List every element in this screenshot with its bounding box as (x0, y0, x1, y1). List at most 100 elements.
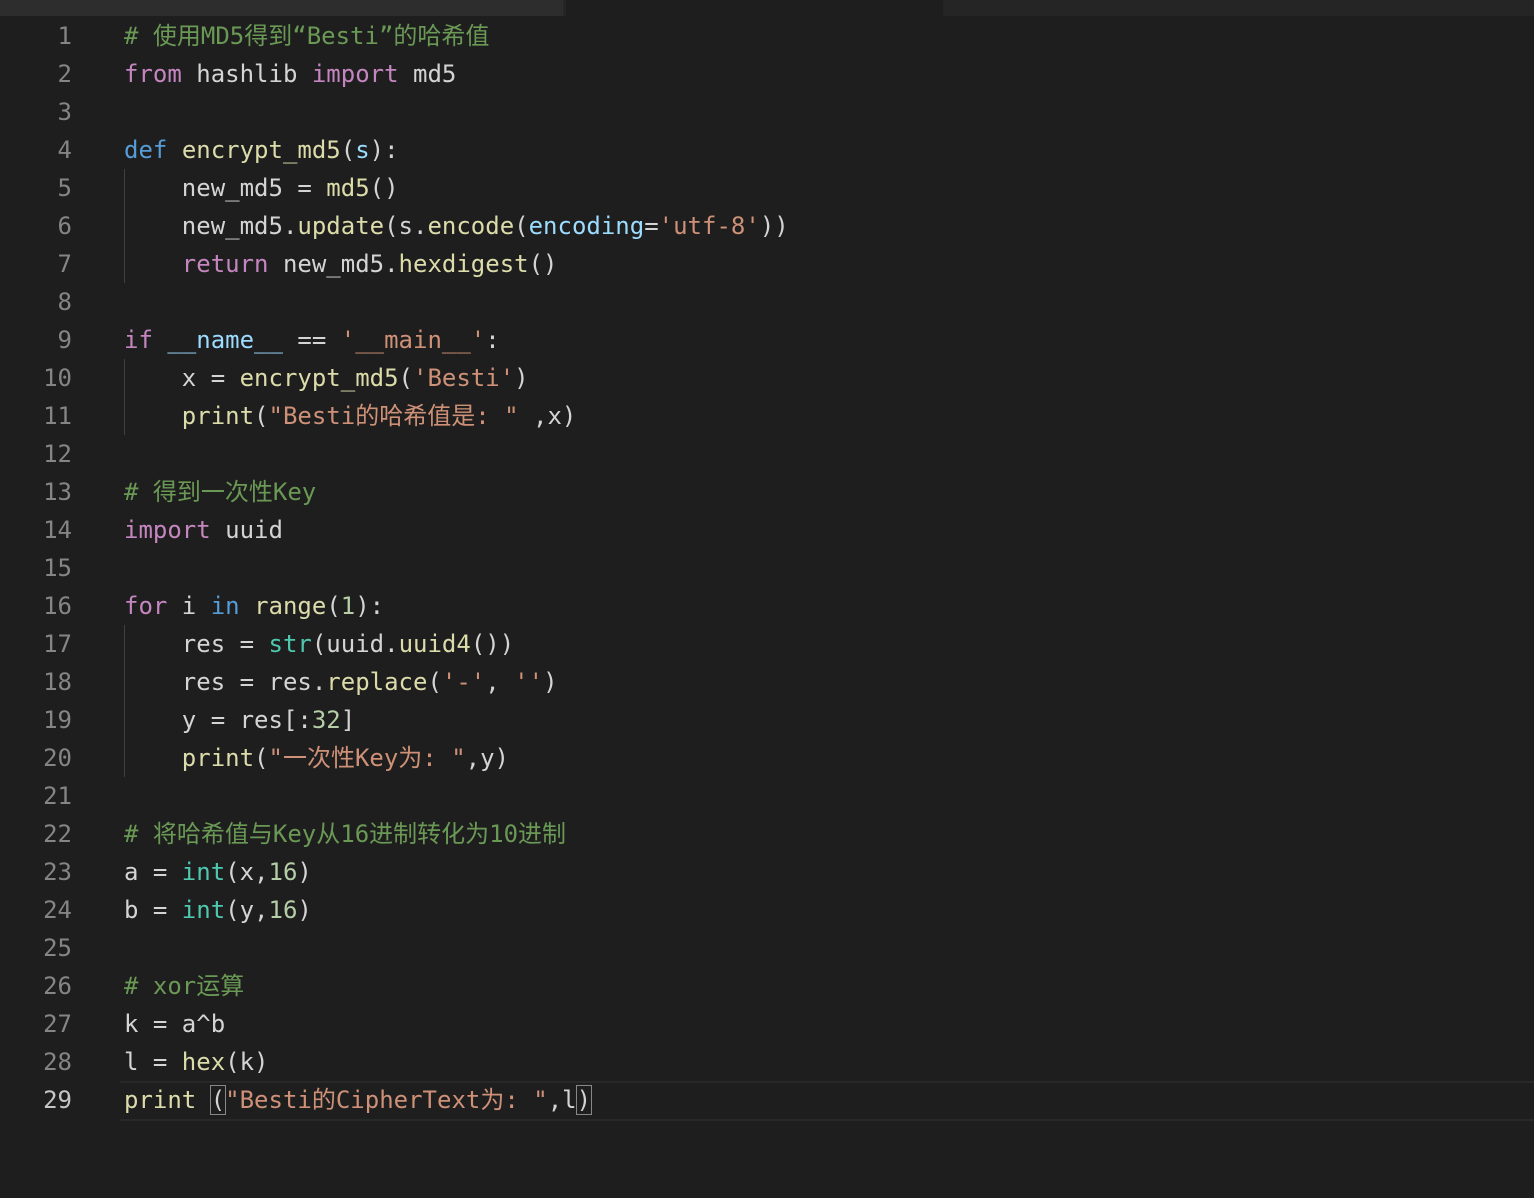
code-line[interactable]: 19 y = res[:32] (0, 701, 1534, 739)
code-token: encrypt_md5 (239, 364, 399, 392)
code-text[interactable]: # 得到一次性Key (124, 473, 316, 511)
code-line[interactable]: 18 res = res.replace('-', '') (0, 663, 1534, 701)
code-line[interactable]: 2 from hashlib import md5 (0, 55, 1534, 93)
line-number: 12 (43, 440, 72, 468)
code-token: res = (124, 630, 269, 658)
code-line[interactable]: 13 # 得到一次性Key (0, 473, 1534, 511)
code-line[interactable]: 17 res = str(uuid.uuid4()) (0, 625, 1534, 663)
code-token: : (485, 326, 500, 354)
code-text[interactable]: new_md5 = md5() (124, 169, 399, 207)
code-text[interactable]: x = encrypt_md5('Besti') (124, 359, 529, 397)
code-line[interactable]: 11 print("Besti的哈希值是: " ,x) (0, 397, 1534, 435)
code-text[interactable]: b = int(y,16) (124, 891, 312, 929)
code-token: s (355, 136, 370, 164)
line-number: 6 (57, 212, 72, 240)
code-token: uuid (210, 516, 283, 544)
code-line[interactable]: 22 # 将哈希值与Key从16进制转化为10进制 (0, 815, 1534, 853)
code-token: ) (297, 858, 312, 886)
code-token: k = a^b (124, 1010, 226, 1038)
code-token: 16 (268, 896, 298, 924)
code-token: "Besti的哈希值是: " (268, 402, 519, 430)
code-text[interactable]: print("Besti的哈希值是: " ,x) (124, 397, 577, 435)
code-token: # xor运算 (124, 972, 245, 1000)
line-number: 8 (57, 288, 72, 316)
code-token: "一次性Key为: " (268, 744, 466, 772)
code-text[interactable]: a = int(x,16) (124, 853, 312, 891)
code-token: if (124, 326, 153, 354)
code-line[interactable]: 10 x = encrypt_md5('Besti') (0, 359, 1534, 397)
code-token: ,l (547, 1086, 577, 1114)
code-line[interactable]: 8 (0, 283, 1534, 321)
code-token: ( (514, 212, 529, 240)
code-line[interactable]: 24 b = int(y,16) (0, 891, 1534, 929)
code-text[interactable]: for i in range(1): (124, 587, 384, 625)
code-line[interactable]: 15 (0, 549, 1534, 587)
code-text[interactable]: res = str(uuid.uuid4()) (124, 625, 514, 663)
code-text[interactable]: if __name__ == '__main__': (124, 321, 500, 359)
code-token: print (124, 1086, 197, 1114)
code-text[interactable]: from hashlib import md5 (124, 55, 456, 93)
line-number: 1 (57, 22, 72, 50)
code-token: = (644, 212, 659, 240)
code-token: ( (326, 592, 341, 620)
code-token: )) (759, 212, 789, 240)
code-line[interactable]: 1 # 使用MD5得到“Besti”的哈希值 (0, 17, 1534, 55)
matching-bracket: ) (575, 1085, 593, 1115)
code-token: def (124, 136, 168, 164)
code-token: import (124, 516, 211, 544)
code-line[interactable]: 14 import uuid (0, 511, 1534, 549)
line-number: 16 (43, 592, 72, 620)
code-text[interactable]: return new_md5.hexdigest() (124, 245, 558, 283)
code-text[interactable]: # 将哈希值与Key从16进制转化为10进制 (124, 815, 566, 853)
code-text[interactable]: l = hex(k) (124, 1043, 269, 1081)
code-line[interactable]: 16 for i in range(1): (0, 587, 1534, 625)
code-line[interactable]: 25 (0, 929, 1534, 967)
line-number: 3 (57, 98, 72, 126)
code-token: new_md5. (268, 250, 399, 278)
code-text[interactable]: import uuid (124, 511, 283, 549)
code-token: () (528, 250, 558, 278)
code-editor[interactable]: 1 # 使用MD5得到“Besti”的哈希值 2 from hashlib impor… (0, 17, 1534, 1198)
code-token: == (282, 326, 341, 354)
editor-tab[interactable] (946, 0, 1534, 16)
code-line[interactable]: 6 new_md5.update(s.encode(encoding='utf-… (0, 207, 1534, 245)
code-line[interactable]: 4 def encrypt_md5(s): (0, 131, 1534, 169)
code-line[interactable]: 28 l = hex(k) (0, 1043, 1534, 1081)
editor-tab[interactable] (0, 0, 563, 16)
code-line[interactable]: 26 # xor运算 (0, 967, 1534, 1005)
code-line[interactable]: 7 return new_md5.hexdigest() (0, 245, 1534, 283)
code-line[interactable]: 12 (0, 435, 1534, 473)
code-line[interactable]: 5 new_md5 = md5() (0, 169, 1534, 207)
code-line[interactable]: 23 a = int(x,16) (0, 853, 1534, 891)
code-token: new_md5 = (124, 174, 327, 202)
code-text[interactable]: # 使用MD5得到“Besti”的哈希值 (124, 17, 489, 55)
code-token: int (181, 896, 226, 924)
line-number: 15 (43, 554, 72, 582)
code-token: # 得到一次性Key (124, 478, 317, 506)
code-token: (y, (225, 896, 269, 924)
code-token: ) (543, 668, 558, 696)
editor-tab[interactable] (566, 0, 943, 16)
code-text[interactable]: def encrypt_md5(s): (124, 131, 399, 169)
code-line[interactable]: 3 (0, 93, 1534, 131)
code-text[interactable]: print("一次性Key为: ",y) (124, 739, 509, 777)
code-line[interactable]: 21 (0, 777, 1534, 815)
line-number: 27 (43, 1010, 72, 1038)
line-number: 17 (43, 630, 72, 658)
code-line[interactable]: 27 k = a^b (0, 1005, 1534, 1043)
editor-tab-bar (0, 0, 1534, 16)
code-token: ( (340, 136, 356, 164)
code-text[interactable]: # xor运算 (124, 967, 244, 1005)
code-line[interactable]: 20 print("一次性Key为: ",y) (0, 739, 1534, 777)
code-text[interactable]: res = res.replace('-', '') (124, 663, 558, 701)
code-token: for (124, 592, 168, 620)
code-text[interactable]: y = res[:32] (124, 701, 355, 739)
code-text[interactable]: print ("Besti的CipherText为: ",l) (124, 1081, 593, 1119)
code-line[interactable]: 29 print ("Besti的CipherText为: ",l) (0, 1081, 1534, 1121)
code-token: 16 (268, 858, 298, 886)
code-line[interactable]: 9 if __name__ == '__main__': (0, 321, 1534, 359)
code-text[interactable]: new_md5.update(s.encode(encoding='utf-8'… (124, 207, 789, 245)
code-text[interactable]: k = a^b (124, 1005, 225, 1043)
